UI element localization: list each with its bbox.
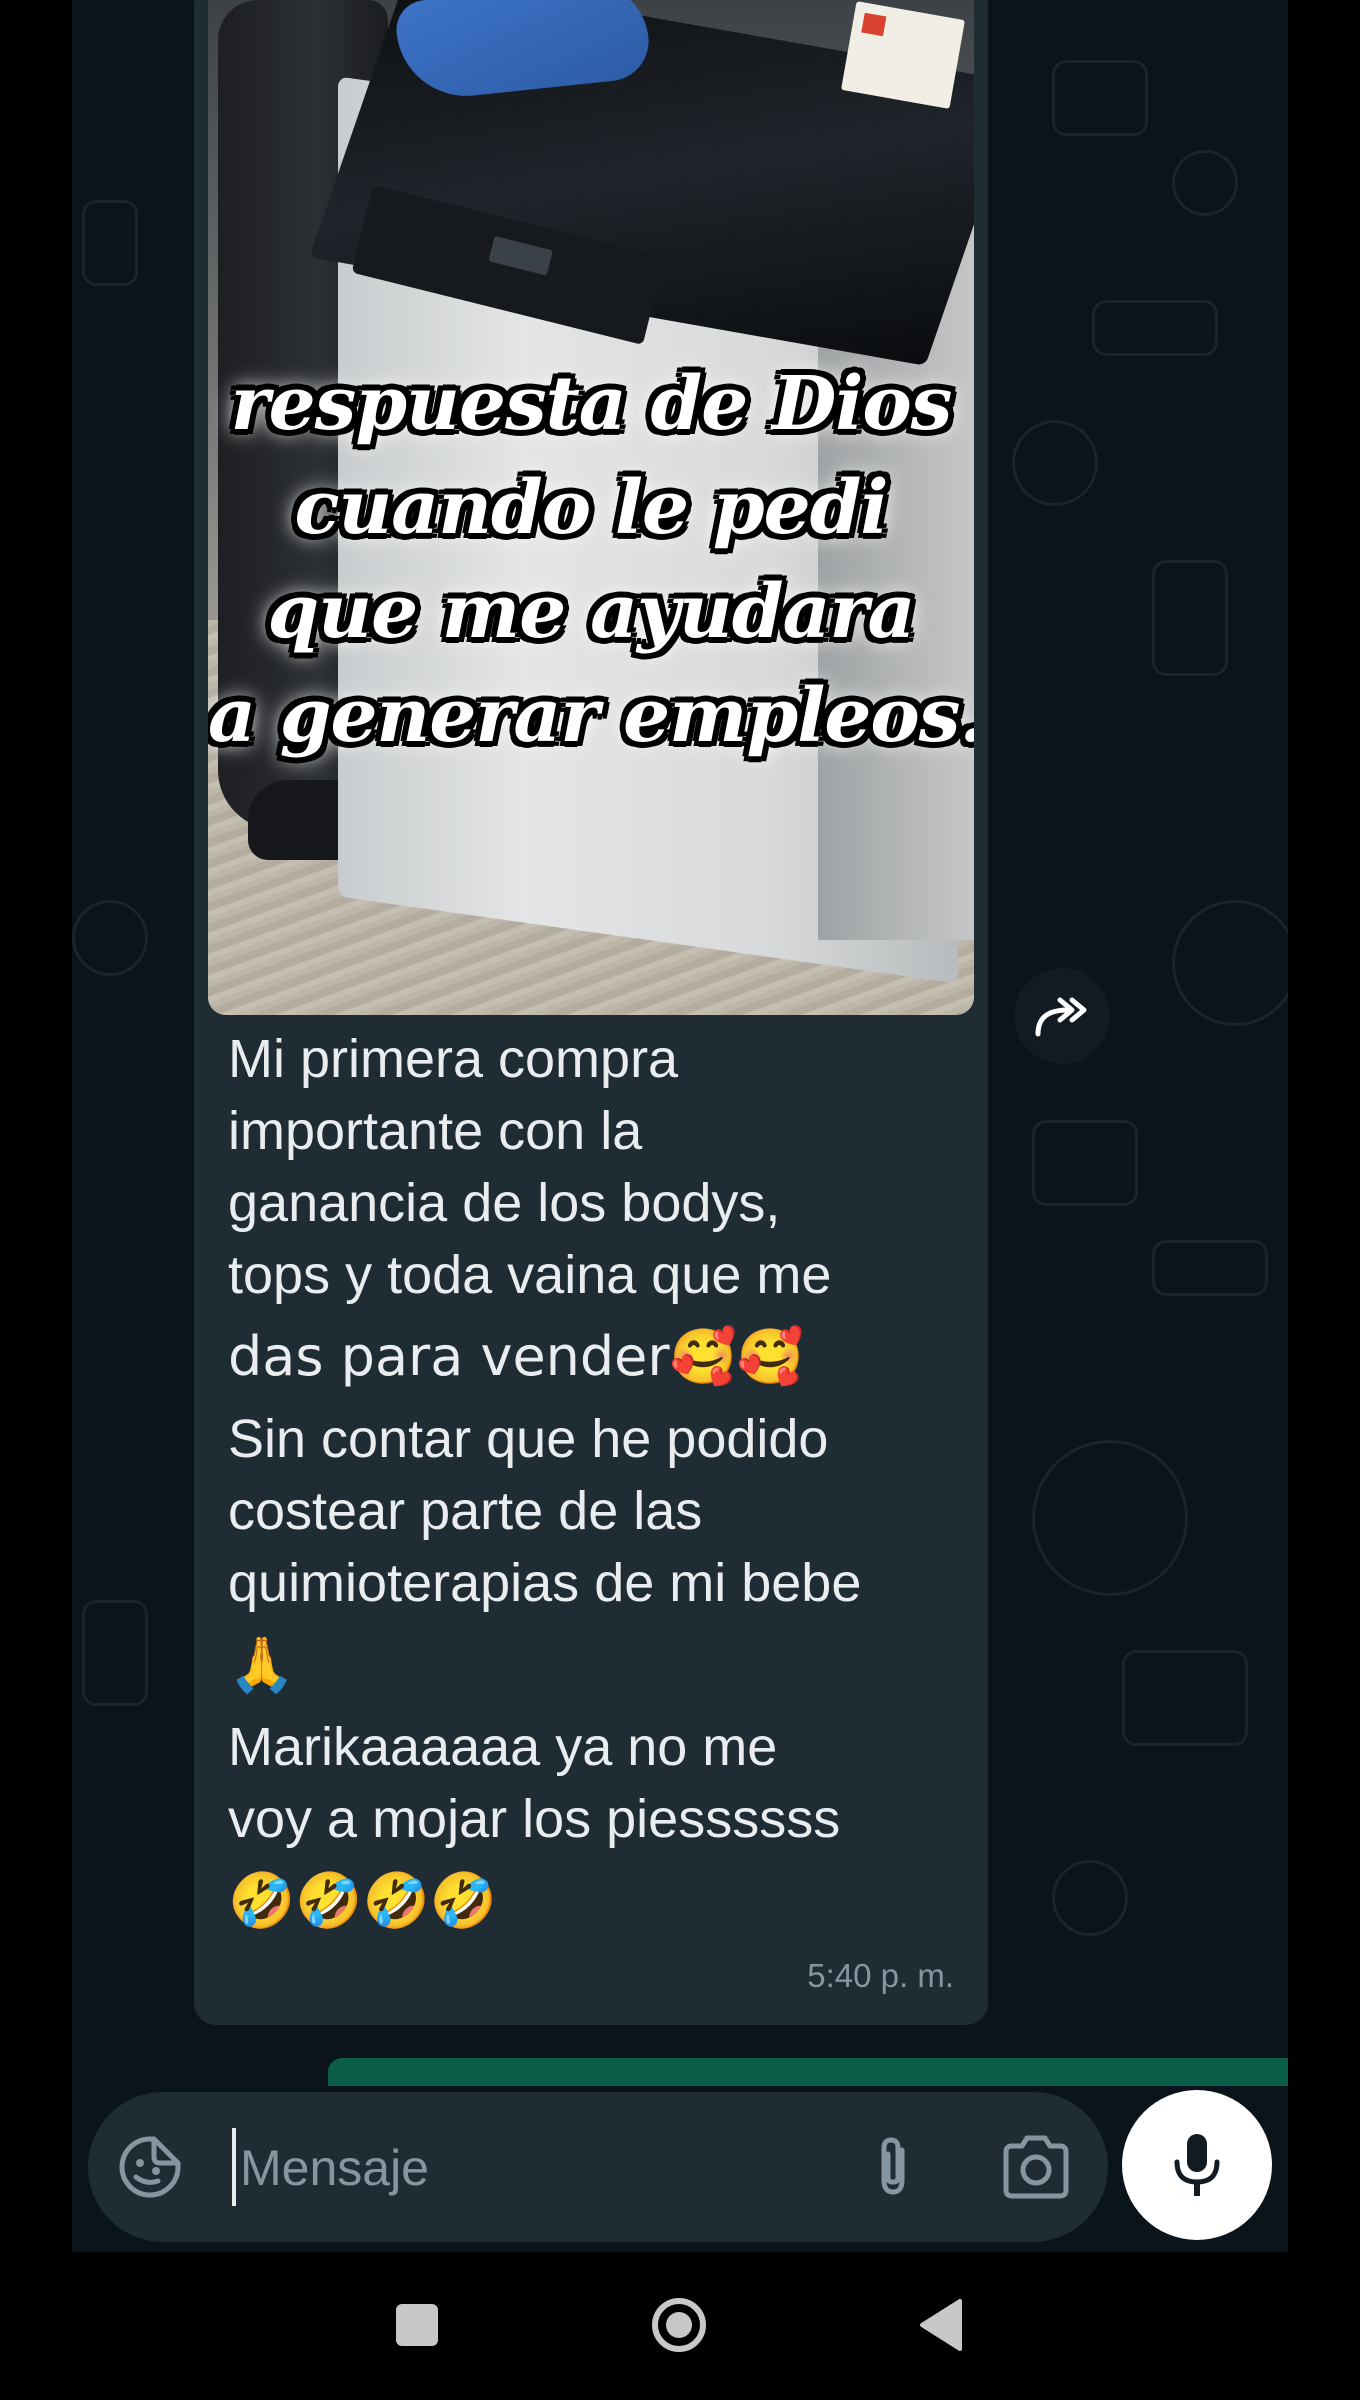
message-line: das para vender🥰🥰 (228, 1325, 805, 1388)
forward-icon (1035, 997, 1087, 1037)
wallpaper-doodle (1052, 1860, 1128, 1936)
message-line: Marikaaaaaa ya no me (228, 1717, 778, 1777)
message-line: voy a mojar los piessssss (228, 1789, 841, 1849)
wallpaper-doodle (1172, 150, 1238, 216)
message-text: Mi primera compra importante con la gana… (228, 1023, 968, 1947)
wallpaper-doodle (1172, 900, 1288, 1026)
wallpaper-doodle (1092, 300, 1218, 356)
wallpaper-doodle (82, 200, 138, 286)
message-line: 🤣🤣🤣🤣 (228, 1869, 497, 1932)
message-input[interactable] (238, 2120, 762, 2216)
message-line: quimioterapias de mi bebe (228, 1553, 862, 1613)
message-composer[interactable] (88, 2092, 1108, 2242)
wallpaper-doodle (1052, 60, 1148, 136)
nav-back-button[interactable] (918, 2298, 964, 2352)
wallpaper-doodle (1032, 1440, 1188, 1596)
wallpaper-doodle (1012, 420, 1098, 506)
text-cursor (232, 2128, 236, 2206)
nav-recents-button[interactable] (396, 2304, 438, 2346)
washing-machine-display (488, 235, 553, 276)
camera-icon[interactable] (1000, 2132, 1072, 2202)
message-line: importante con la (228, 1101, 643, 1161)
message-line: tops y toda vaina que me (228, 1245, 832, 1305)
microphone-icon (1174, 2134, 1220, 2196)
system-navigation-bar (0, 2252, 1360, 2400)
sticker-smiley-icon[interactable] (118, 2135, 182, 2199)
message-line: Sin contar que he podido (228, 1409, 829, 1469)
message-bubble[interactable]: respuesta de Dios cuando le pedi que me … (194, 0, 988, 2025)
wallpaper-doodle (72, 900, 148, 976)
message-line: Mi primera compra (228, 1029, 679, 1089)
meme-caption: respuesta de Dios cuando le pedi que me … (208, 352, 974, 768)
wallpaper-doodle (1032, 1120, 1138, 1206)
wallpaper-doodle (1152, 560, 1228, 676)
warning-sticker (841, 1, 965, 109)
wallpaper-doodle (1152, 1240, 1268, 1296)
meme-caption-line: respuesta de Dios (230, 361, 953, 447)
media-image[interactable]: respuesta de Dios cuando le pedi que me … (208, 0, 974, 1015)
nav-home-button[interactable] (650, 2296, 708, 2354)
paperclip-icon[interactable] (858, 2132, 928, 2202)
next-message-bubble-edge (328, 2058, 1288, 2086)
microphone-button[interactable] (1122, 2090, 1272, 2240)
message-line: ganancia de los bodys, (228, 1173, 781, 1233)
meme-caption-line: cuando le pedi (294, 465, 888, 551)
meme-caption-line: a generar empleos. (208, 673, 974, 759)
wallpaper-doodle (1122, 1650, 1248, 1746)
meme-caption-line: que me ayudara (267, 569, 916, 655)
chat-area[interactable]: respuesta de Dios cuando le pedi que me … (72, 0, 1288, 2252)
message-timestamp: 5:40 p. m. (807, 1957, 954, 1994)
message-line: costear parte de las (228, 1481, 703, 1541)
message-line: 🙏 (228, 1633, 296, 1696)
forward-button[interactable] (1014, 968, 1110, 1064)
wallpaper-doodle (82, 1600, 148, 1706)
